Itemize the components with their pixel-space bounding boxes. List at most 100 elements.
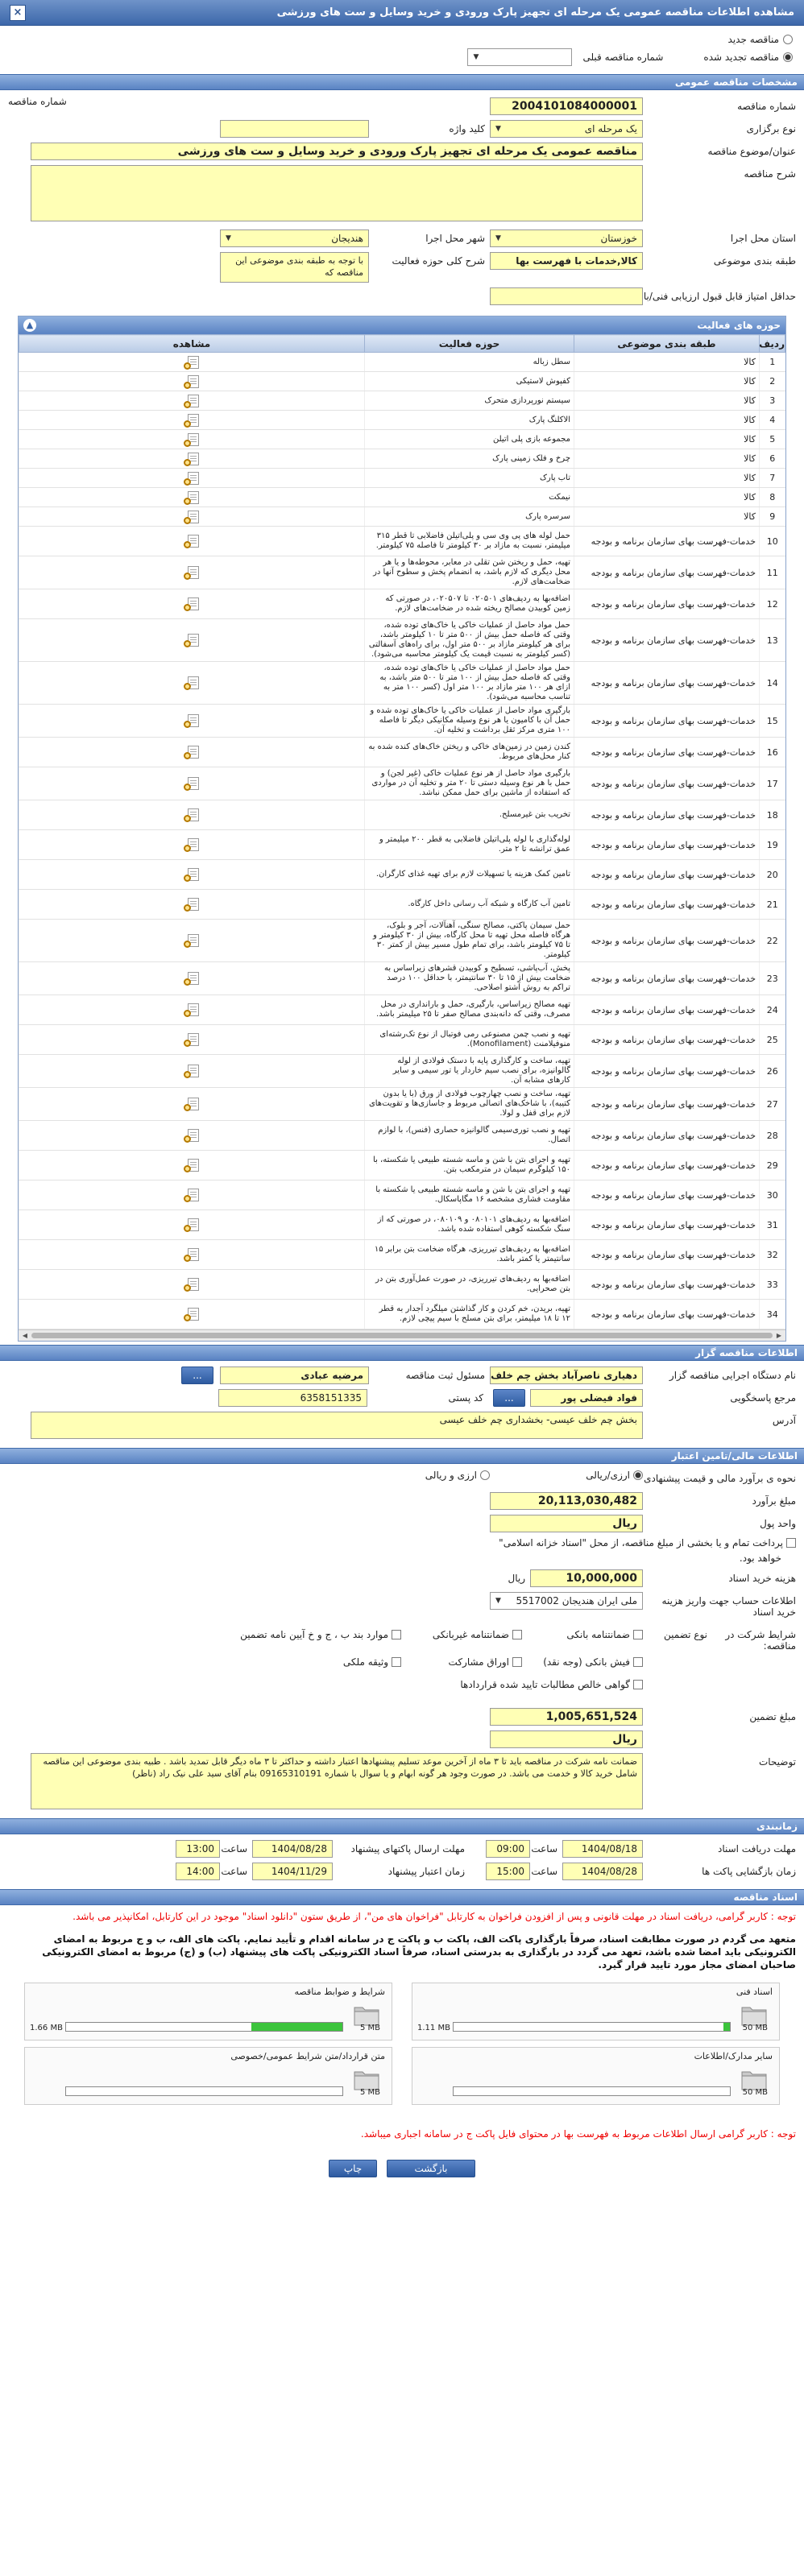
row-view[interactable] bbox=[19, 391, 365, 411]
radio-new-icon[interactable] bbox=[783, 35, 793, 44]
row-view[interactable] bbox=[19, 1150, 365, 1180]
row-view[interactable] bbox=[19, 1180, 365, 1210]
send-time-field[interactable]: 13:00 bbox=[176, 1840, 220, 1858]
row-view[interactable] bbox=[19, 1054, 365, 1088]
receive-time-field[interactable]: 09:00 bbox=[486, 1840, 530, 1858]
opt-check-checkbox[interactable] bbox=[633, 1657, 643, 1667]
view-details-icon[interactable] bbox=[183, 776, 201, 791]
document-file-box[interactable]: شرایط و ضوابط مناقصه 1.66 MB 5 MB bbox=[24, 1983, 392, 2041]
row-view[interactable] bbox=[19, 1024, 365, 1055]
back-button[interactable]: بازگشت bbox=[387, 2160, 475, 2177]
view-details-icon[interactable] bbox=[183, 933, 201, 948]
row-view[interactable] bbox=[19, 468, 365, 488]
view-details-icon[interactable] bbox=[183, 452, 201, 466]
scroll-thumb[interactable] bbox=[31, 1333, 773, 1338]
radio-rial[interactable]: ارزی/ریالی bbox=[490, 1470, 643, 1481]
radio-rial-icon[interactable] bbox=[633, 1470, 643, 1480]
opt-items[interactable]: موارد بند ب ، ج و خ آیین نامه تضمین bbox=[240, 1629, 401, 1640]
row-view[interactable] bbox=[19, 507, 365, 527]
view-details-icon[interactable] bbox=[183, 1003, 201, 1017]
notes-field[interactable]: ضمانت نامه شرکت در مناقصه باید تا ۳ ماه … bbox=[31, 1753, 643, 1809]
view-details-icon[interactable] bbox=[183, 633, 201, 647]
view-details-icon[interactable] bbox=[183, 1097, 201, 1111]
view-details-icon[interactable] bbox=[183, 374, 201, 389]
opt-nonbank-checkbox[interactable] bbox=[512, 1630, 522, 1639]
view-details-icon[interactable] bbox=[183, 713, 201, 728]
view-details-icon[interactable] bbox=[183, 745, 201, 759]
radio-renewed-tender[interactable]: مناقصه تجدید شده شماره مناقصه قبلی ▼ bbox=[11, 48, 793, 66]
opt-bank[interactable]: ضمانتنامه بانکی bbox=[522, 1629, 643, 1640]
row-view[interactable] bbox=[19, 526, 365, 556]
doc-fee-field[interactable]: 10,000,000 bbox=[530, 1569, 643, 1587]
radio-new-tender[interactable]: مناقصه جدید bbox=[11, 31, 793, 48]
view-details-icon[interactable] bbox=[183, 867, 201, 882]
row-view[interactable] bbox=[19, 994, 365, 1025]
opt-certificate[interactable]: گواهی خالص مطالبات تایید شده قراردادها bbox=[460, 1679, 643, 1690]
receive-date-field[interactable]: 1404/08/18 bbox=[562, 1840, 643, 1858]
postal-field[interactable]: 6358151335 bbox=[218, 1389, 367, 1407]
row-view[interactable] bbox=[19, 737, 365, 767]
tender-number-field[interactable]: 2004101084000001 bbox=[490, 97, 643, 115]
view-details-icon[interactable] bbox=[183, 534, 201, 548]
open-date-field[interactable]: 1404/08/28 bbox=[562, 1863, 643, 1880]
row-view[interactable] bbox=[19, 1087, 365, 1121]
row-view[interactable] bbox=[19, 1239, 365, 1270]
view-details-icon[interactable] bbox=[183, 1218, 201, 1232]
row-view[interactable] bbox=[19, 487, 365, 507]
view-details-icon[interactable] bbox=[183, 490, 201, 505]
view-details-icon[interactable] bbox=[183, 971, 201, 986]
opt-check[interactable]: فیش بانکی (وجه نقد) bbox=[522, 1656, 643, 1668]
min-score-field[interactable] bbox=[490, 287, 643, 305]
view-details-icon[interactable] bbox=[183, 471, 201, 486]
row-view[interactable] bbox=[19, 410, 365, 430]
row-view[interactable] bbox=[19, 919, 365, 962]
currency-field[interactable]: ریال bbox=[490, 1515, 643, 1532]
subject-field[interactable]: مناقصه عمومی یک مرحله ای تجهیز پارک ورود… bbox=[31, 143, 643, 160]
opt-bonds[interactable]: اوراق مشارکت bbox=[401, 1656, 522, 1668]
row-view[interactable] bbox=[19, 767, 365, 800]
valid-date-field[interactable]: 1404/11/29 bbox=[252, 1863, 333, 1880]
view-details-icon[interactable] bbox=[183, 1307, 201, 1321]
guarantee-amount-field[interactable]: 1,005,651,524 bbox=[490, 1708, 643, 1726]
scroll-left-icon[interactable]: ◀ bbox=[20, 1331, 30, 1340]
row-view[interactable] bbox=[19, 961, 365, 995]
row-view[interactable] bbox=[19, 352, 365, 372]
view-details-icon[interactable] bbox=[183, 1158, 201, 1172]
view-details-icon[interactable] bbox=[183, 1032, 201, 1047]
province-select[interactable]: خوزستان ▼ bbox=[490, 229, 643, 247]
open-time-field[interactable]: 15:00 bbox=[486, 1863, 530, 1880]
description-field[interactable] bbox=[31, 165, 643, 221]
view-details-icon[interactable] bbox=[183, 394, 201, 408]
radio-renewed-icon[interactable] bbox=[783, 52, 793, 62]
view-details-icon[interactable] bbox=[183, 432, 201, 447]
view-details-icon[interactable] bbox=[183, 1188, 201, 1202]
prev-number-select[interactable]: ▼ bbox=[467, 48, 573, 66]
guarantee-currency-field[interactable]: ریال bbox=[490, 1730, 643, 1748]
scope-field[interactable]: با توجه به طبقه بندی موضوعی این مناقصه ک… bbox=[220, 252, 369, 283]
view-details-icon[interactable] bbox=[183, 837, 201, 852]
row-view[interactable] bbox=[19, 429, 365, 449]
row-view[interactable] bbox=[19, 829, 365, 860]
view-details-icon[interactable] bbox=[183, 1277, 201, 1292]
row-view[interactable] bbox=[19, 1120, 365, 1151]
tender-type-select[interactable]: یک مرحله ای ▼ bbox=[490, 120, 643, 138]
row-view[interactable] bbox=[19, 800, 365, 830]
collapse-icon[interactable]: ▲ bbox=[23, 319, 36, 332]
category-field[interactable]: کالا,خدمات با فهرست بها bbox=[490, 252, 643, 270]
close-icon[interactable]: × bbox=[10, 4, 26, 21]
keyword-field[interactable] bbox=[220, 120, 369, 138]
radio-fx-icon[interactable] bbox=[480, 1470, 490, 1480]
treasury-checkbox-row[interactable]: پرداخت تمام و یا بخشی از مبلغ مناقصه، از… bbox=[499, 1537, 796, 1548]
view-details-icon[interactable] bbox=[183, 676, 201, 690]
registrar-more-button[interactable]: ... bbox=[181, 1367, 213, 1384]
ref-field[interactable]: فواد فیضلی پور bbox=[530, 1389, 643, 1407]
row-view[interactable] bbox=[19, 1269, 365, 1300]
row-view[interactable] bbox=[19, 449, 365, 469]
opt-property-checkbox[interactable] bbox=[392, 1657, 401, 1667]
view-details-icon[interactable] bbox=[183, 808, 201, 822]
opt-items-checkbox[interactable] bbox=[392, 1630, 401, 1639]
view-details-icon[interactable] bbox=[183, 1064, 201, 1078]
city-select[interactable]: هندیجان ▼ bbox=[220, 229, 369, 247]
view-details-icon[interactable] bbox=[183, 510, 201, 524]
treasury-checkbox[interactable] bbox=[786, 1538, 796, 1548]
